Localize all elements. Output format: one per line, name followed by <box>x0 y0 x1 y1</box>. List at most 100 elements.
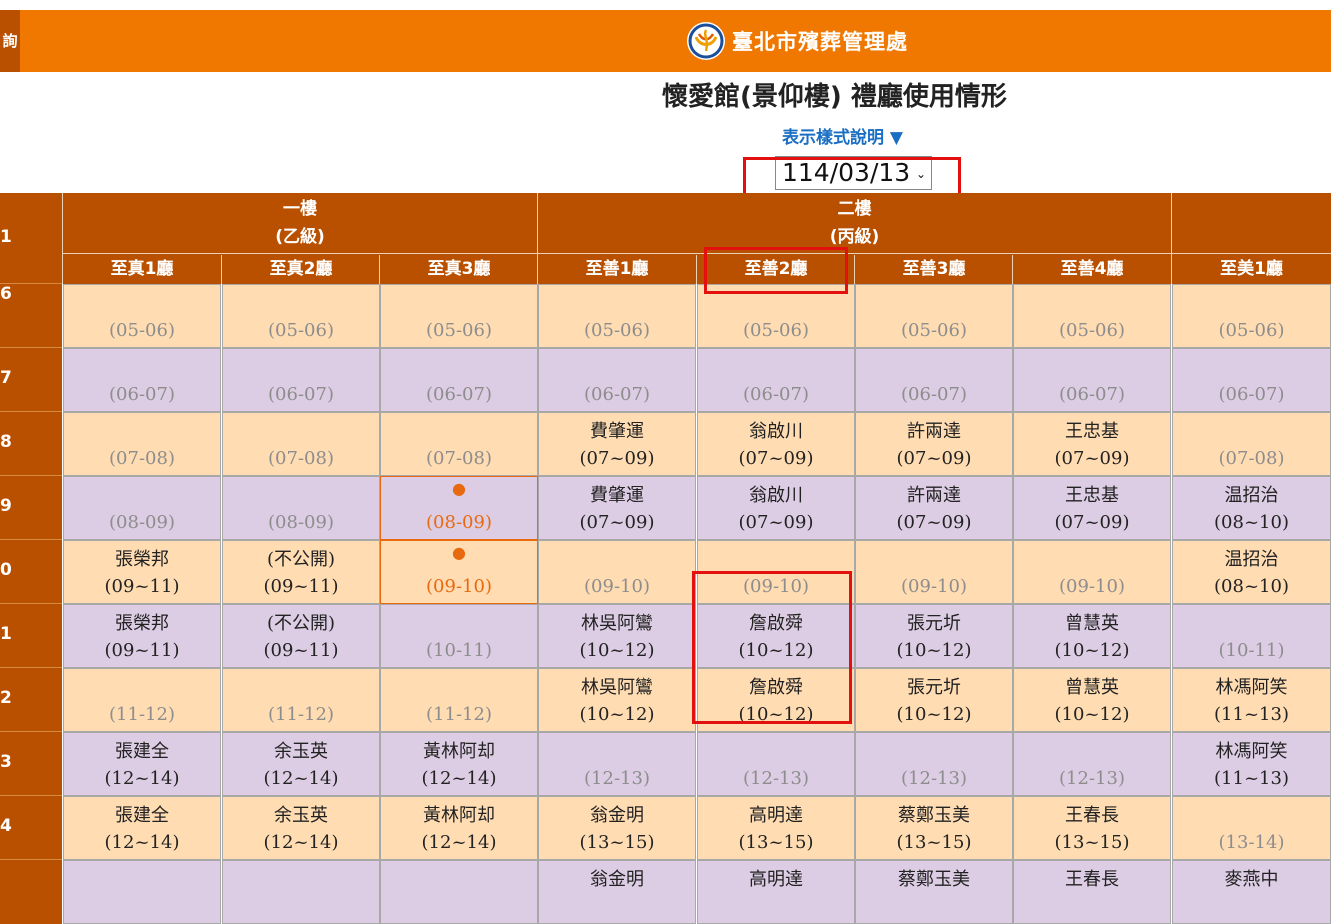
table-cell[interactable]: 詹啟舜 (10~12) <box>697 668 855 732</box>
slot-time: (10~12) <box>579 640 655 661</box>
table-cell: (12-13) <box>697 732 855 796</box>
floor-1-name: 一樓 <box>283 199 317 219</box>
time-row-header: 3 <box>0 732 62 796</box>
floor-2-grade: (丙級) <box>829 227 880 247</box>
time-column-header: 1 <box>0 193 62 284</box>
time-row-header: 4 <box>0 796 62 860</box>
table-cell[interactable]: 余玉英 (12~14) <box>222 732 380 796</box>
time-row-divider <box>0 475 62 476</box>
table-cell[interactable]: 麥燕中 <box>1172 860 1331 924</box>
table-cell[interactable]: 高明達 <box>697 860 855 924</box>
time-row-header: 0 <box>0 540 62 604</box>
hall-divider <box>696 255 697 284</box>
table-cell: (05-06) <box>697 284 855 348</box>
table-cell[interactable]: 翁金明 <box>538 860 696 924</box>
table-cell: (05-06) <box>63 284 221 348</box>
slot-time: (09-10) <box>426 576 492 597</box>
table-cell: (06-07) <box>697 348 855 412</box>
deceased-name: 許兩達 <box>907 485 961 506</box>
table-cell[interactable]: 蔡鄭玉美 (13~15) <box>855 796 1013 860</box>
time-row-header: 8 <box>0 412 62 476</box>
table-cell[interactable]: 林吳阿鸞 (10~12) <box>538 668 696 732</box>
deceased-name: 余玉英 <box>274 741 328 762</box>
table-cell[interactable]: 王忠基 (07~09) <box>1013 412 1171 476</box>
table-cell[interactable]: 張元圻 (10~12) <box>855 604 1013 668</box>
table-cell[interactable]: 費肇運 (07~09) <box>538 476 696 540</box>
table-cell[interactable]: 温招治 (08~10) <box>1172 476 1331 540</box>
table-cell[interactable]: 王忠基 (07~09) <box>1013 476 1171 540</box>
table-cell: (11-12) <box>380 668 538 732</box>
table-cell[interactable]: 黃林阿却 (12~14) <box>380 796 538 860</box>
slot-time: (05-06) <box>901 320 967 341</box>
pending-dot-icon: ● <box>452 479 466 498</box>
table-cell[interactable]: 許兩達 (07~09) <box>855 412 1013 476</box>
org-name: 臺北市殯葬管理處 <box>732 30 908 54</box>
table-cell: (06-07) <box>1172 348 1331 412</box>
slot-time: (12-13) <box>1059 768 1125 789</box>
table-cell[interactable]: 黃林阿却 (12~14) <box>380 732 538 796</box>
slot-time: (10~12) <box>738 704 814 725</box>
deceased-name: 王春長 <box>1065 805 1119 826</box>
time-row-label: 0 <box>0 560 12 580</box>
slot-time: (13~15) <box>579 832 655 853</box>
time-row-divider <box>0 795 62 796</box>
table-cell[interactable]: ● (09-10) <box>380 540 538 604</box>
deceased-name: 林馮阿笑 <box>1215 741 1288 762</box>
deceased-name: 曾慧英 <box>1065 613 1119 634</box>
table-cell[interactable]: 翁啟川 (07~09) <box>697 476 855 540</box>
table-cell[interactable]: 曾慧英 (10~12) <box>1013 668 1171 732</box>
table-cell[interactable]: 林馮阿笑 (11~13) <box>1172 668 1331 732</box>
legend-toggle-link[interactable]: 表示樣式說明 ▼ <box>782 123 903 148</box>
slot-time: (10~12) <box>738 640 814 661</box>
table-cell[interactable]: 林吳阿鸞 (10~12) <box>538 604 696 668</box>
table-cell[interactable]: 余玉英 (12~14) <box>222 796 380 860</box>
hall-header-8: 至美1廳 <box>1220 259 1283 279</box>
slot-time: (12~14) <box>263 768 339 789</box>
slot-time: (07~09) <box>1054 512 1130 533</box>
table-cell[interactable]: 張元圻 (10~12) <box>855 668 1013 732</box>
table-cell[interactable]: 翁金明 (13~15) <box>538 796 696 860</box>
table-cell[interactable]: 費肇運 (07~09) <box>538 412 696 476</box>
table-cell: (12-13) <box>538 732 696 796</box>
table-cell[interactable]: (不公開) (09~11) <box>222 604 380 668</box>
table-cell[interactable]: ● (08-09) <box>380 476 538 540</box>
table-cell[interactable]: 張榮邦 (09~11) <box>63 540 221 604</box>
time-row-label: 1 <box>0 624 12 644</box>
slot-time: (13~15) <box>1054 832 1130 853</box>
left-nav-tab[interactable]: 詢 <box>0 10 20 72</box>
deceased-name: 張建全 <box>115 741 169 762</box>
table-cell[interactable]: (不公開) (09~11) <box>222 540 380 604</box>
table-cell[interactable]: 林馮阿笑 (11~13) <box>1172 732 1331 796</box>
time-row-divider <box>0 411 62 412</box>
table-cell[interactable]: 許兩達 (07~09) <box>855 476 1013 540</box>
table-cell[interactable]: 蔡鄭玉美 <box>855 860 1013 924</box>
table-cell[interactable]: 曾慧英 (10~12) <box>1013 604 1171 668</box>
slot-time: (07-08) <box>426 448 492 469</box>
table-cell[interactable]: 王春長 <box>1013 860 1171 924</box>
deceased-name: (不公開) <box>266 549 336 570</box>
slot-time: (08-09) <box>426 512 492 533</box>
brand[interactable]: 臺北市殯葬管理處 <box>686 21 908 61</box>
table-cell[interactable]: 詹啟舜 (10~12) <box>697 604 855 668</box>
time-row-label: 3 <box>0 752 12 772</box>
table-cell: (05-06) <box>1172 284 1331 348</box>
table-cell[interactable]: 翁啟川 (07~09) <box>697 412 855 476</box>
time-row-divider <box>0 283 62 284</box>
table-cell[interactable]: 温招治 (08~10) <box>1172 540 1331 604</box>
date-select[interactable]: 114/03/13 ⌄ <box>775 156 932 190</box>
table-cell[interactable]: 張榮邦 (09~11) <box>63 604 221 668</box>
table-cell: (10-11) <box>1172 604 1331 668</box>
table-cell[interactable]: 張建全 (12~14) <box>63 796 221 860</box>
table-cell[interactable]: 張建全 (12~14) <box>63 732 221 796</box>
slot-time: (05-06) <box>109 320 175 341</box>
table-cell[interactable]: 王春長 (13~15) <box>1013 796 1171 860</box>
table-cell: (12-13) <box>1013 732 1171 796</box>
hall-usage-table: 1 一樓 (乙級) 二樓 (丙級) 至真1廳 至真2廳 至真3廳 至善1廳 至善2廳 至善… <box>0 193 1331 924</box>
slot-time: (13~15) <box>896 832 972 853</box>
table-cell: (05-06) <box>538 284 696 348</box>
slot-time: (08-09) <box>109 512 175 533</box>
table-cell[interactable]: 高明達 (13~15) <box>697 796 855 860</box>
table-cell: (13-14) <box>1172 796 1331 860</box>
hall-divider <box>854 255 855 284</box>
time-row-header: 7 <box>0 348 62 412</box>
